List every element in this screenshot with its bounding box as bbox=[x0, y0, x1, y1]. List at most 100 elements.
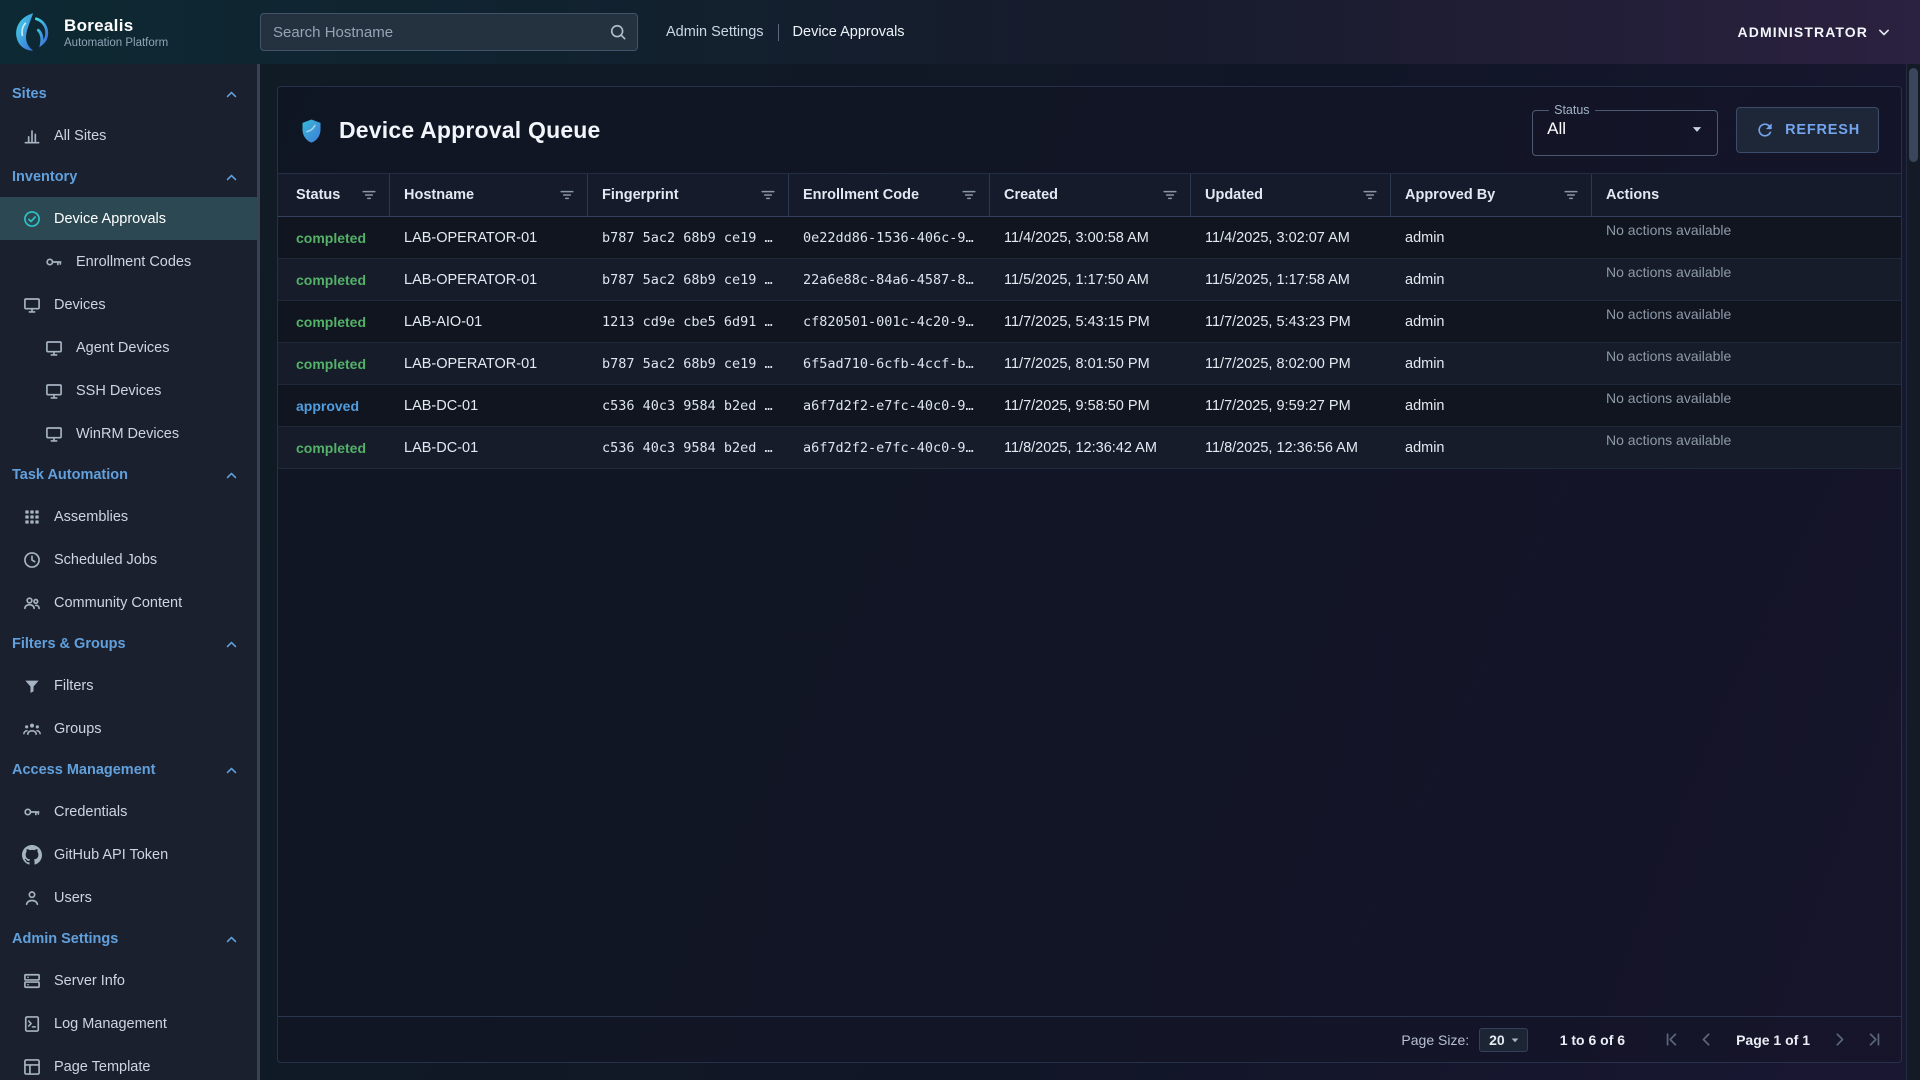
refresh-button[interactable]: REFRESH bbox=[1736, 107, 1879, 153]
check-circle-icon bbox=[22, 209, 42, 229]
search-hostname-box bbox=[260, 13, 638, 51]
brand: Borealis Automation Platform bbox=[0, 10, 260, 54]
sidebar-item-label: Scheduled Jobs bbox=[54, 552, 157, 568]
sidebar-section-sites[interactable]: Sites bbox=[0, 74, 257, 114]
user-menu[interactable]: ADMINISTRATOR bbox=[1738, 22, 1894, 42]
filter-icon[interactable] bbox=[557, 185, 577, 205]
filter-icon[interactable] bbox=[1360, 185, 1380, 205]
sidebar-item-credentials[interactable]: Credentials bbox=[0, 790, 257, 833]
breadcrumb-device-approvals[interactable]: Device Approvals bbox=[793, 24, 905, 40]
sidebar-item-assemblies[interactable]: Assemblies bbox=[0, 495, 257, 538]
sidebar-item-filters[interactable]: Filters bbox=[0, 664, 257, 707]
status-filter-select[interactable]: Status All bbox=[1532, 104, 1718, 156]
filter-icon[interactable] bbox=[959, 185, 979, 205]
page-indicator: Page 1 of 1 bbox=[1736, 1032, 1810, 1048]
table-row[interactable]: approved LAB-DC-01 c536 40c3 9584 b2ed …… bbox=[278, 385, 1901, 427]
breadcrumb-admin-settings[interactable]: Admin Settings bbox=[666, 24, 764, 40]
created-cell: 11/4/2025, 3:00:58 AM bbox=[990, 230, 1191, 246]
chevron-up-icon bbox=[222, 635, 241, 654]
vertical-scrollbar[interactable] bbox=[1906, 64, 1920, 1080]
sidebar-section-filters-groups[interactable]: Filters & Groups bbox=[0, 624, 257, 664]
section-label: Admin Settings bbox=[12, 931, 118, 947]
hostname-cell: LAB-OPERATOR-01 bbox=[390, 356, 588, 372]
last-page-icon[interactable] bbox=[1864, 1029, 1885, 1050]
sidebar-item-device-approvals[interactable]: Device Approvals bbox=[0, 197, 257, 240]
sidebar-item-community-content[interactable]: Community Content bbox=[0, 581, 257, 624]
monitor-icon bbox=[44, 338, 64, 358]
status-cell: completed bbox=[278, 314, 390, 330]
sidebar-section-task-automation[interactable]: Task Automation bbox=[0, 455, 257, 495]
sidebar-section-admin-settings[interactable]: Admin Settings bbox=[0, 919, 257, 959]
sidebar-item-devices[interactable]: Devices bbox=[0, 283, 257, 326]
sidebar-item-label: Devices bbox=[54, 297, 106, 313]
filter-icon[interactable] bbox=[1160, 185, 1180, 205]
sidebar-item-users[interactable]: Users bbox=[0, 876, 257, 919]
page-title: Device Approval Queue bbox=[339, 117, 601, 144]
enrollment-code-cell: 0e22dd86-1536-406c-9… bbox=[789, 230, 990, 246]
next-page-icon[interactable] bbox=[1829, 1029, 1850, 1050]
sidebar-item-log-management[interactable]: Log Management bbox=[0, 1002, 257, 1045]
sidebar-item-label: Filters bbox=[54, 678, 93, 694]
status-cell: approved bbox=[278, 398, 390, 414]
sidebar-item-label: All Sites bbox=[54, 128, 106, 144]
hostname-cell: LAB-OPERATOR-01 bbox=[390, 230, 588, 246]
log-icon bbox=[22, 1014, 42, 1034]
column-header-enrollment-code[interactable]: Enrollment Code bbox=[789, 174, 990, 216]
user-menu-label: ADMINISTRATOR bbox=[1738, 24, 1868, 40]
scrollbar-thumb[interactable] bbox=[1909, 68, 1918, 162]
hostname-cell: LAB-AIO-01 bbox=[390, 314, 588, 330]
app-subtitle: Automation Platform bbox=[64, 37, 168, 49]
hostname-cell: LAB-DC-01 bbox=[390, 440, 588, 456]
column-header-updated[interactable]: Updated bbox=[1191, 174, 1391, 216]
sidebar-section-inventory[interactable]: Inventory bbox=[0, 157, 257, 197]
column-header-created[interactable]: Created bbox=[990, 174, 1191, 216]
grid-icon bbox=[22, 507, 42, 527]
filter-icon[interactable] bbox=[758, 185, 778, 205]
column-header-status[interactable]: Status bbox=[278, 174, 390, 216]
user-icon bbox=[22, 888, 42, 908]
column-header-fingerprint[interactable]: Fingerprint bbox=[588, 174, 789, 216]
caret-down-icon bbox=[1687, 119, 1707, 139]
column-header-approved-by[interactable]: Approved By bbox=[1391, 174, 1592, 216]
clock-icon bbox=[22, 550, 42, 570]
previous-page-icon[interactable] bbox=[1696, 1029, 1717, 1050]
updated-cell: 11/7/2025, 5:43:23 PM bbox=[1191, 314, 1391, 330]
sidebar-item-groups[interactable]: Groups bbox=[0, 707, 257, 750]
sidebar-item-scheduled-jobs[interactable]: Scheduled Jobs bbox=[0, 538, 257, 581]
status-filter-label: Status bbox=[1549, 104, 1594, 117]
page-size-select[interactable]: 20 bbox=[1479, 1028, 1528, 1052]
sidebar-item-github-api-token[interactable]: GitHub API Token bbox=[0, 833, 257, 876]
section-label: Task Automation bbox=[12, 467, 128, 483]
sidebar-item-enrollment-codes[interactable]: Enrollment Codes bbox=[0, 240, 257, 283]
table-row[interactable]: completed LAB-OPERATOR-01 b787 5ac2 68b9… bbox=[278, 259, 1901, 301]
fingerprint-cell: c536 40c3 9584 b2ed … bbox=[588, 398, 789, 414]
sidebar-item-label: Agent Devices bbox=[76, 340, 170, 356]
table-row[interactable]: completed LAB-AIO-01 1213 cd9e cbe5 6d91… bbox=[278, 301, 1901, 343]
first-page-icon[interactable] bbox=[1661, 1029, 1682, 1050]
hostname-cell: LAB-OPERATOR-01 bbox=[390, 272, 588, 288]
updated-cell: 11/7/2025, 8:02:00 PM bbox=[1191, 356, 1391, 372]
updated-cell: 11/8/2025, 12:36:56 AM bbox=[1191, 440, 1391, 456]
sidebar-item-server-info[interactable]: Server Info bbox=[0, 959, 257, 1002]
top-bar: Borealis Automation Platform Admin Setti… bbox=[0, 0, 1920, 64]
search-input[interactable] bbox=[260, 13, 638, 51]
brand-text: Borealis Automation Platform bbox=[64, 16, 168, 49]
approved-by-cell: admin bbox=[1391, 398, 1592, 414]
sidebar-item-all-sites[interactable]: All Sites bbox=[0, 114, 257, 157]
sidebar-item-winrm-devices[interactable]: WinRM Devices bbox=[0, 412, 257, 455]
sidebar-item-page-template[interactable]: Page Template bbox=[0, 1045, 257, 1080]
enrollment-code-cell: 22a6e88c-84a6-4587-8… bbox=[789, 272, 990, 288]
pager: Page 1 of 1 bbox=[1661, 1029, 1885, 1050]
search-icon[interactable] bbox=[608, 22, 628, 42]
table-row[interactable]: completed LAB-OPERATOR-01 b787 5ac2 68b9… bbox=[278, 217, 1901, 259]
sidebar-item-agent-devices[interactable]: Agent Devices bbox=[0, 326, 257, 369]
filter-icon[interactable] bbox=[359, 185, 379, 205]
sidebar-item-ssh-devices[interactable]: SSH Devices bbox=[0, 369, 257, 412]
table-row[interactable]: completed LAB-DC-01 c536 40c3 9584 b2ed … bbox=[278, 427, 1901, 469]
sidebar-section-access-management[interactable]: Access Management bbox=[0, 750, 257, 790]
approved-by-cell: admin bbox=[1391, 356, 1592, 372]
column-header-hostname[interactable]: Hostname bbox=[390, 174, 588, 216]
filter-icon[interactable] bbox=[1561, 185, 1581, 205]
table-row[interactable]: completed LAB-OPERATOR-01 b787 5ac2 68b9… bbox=[278, 343, 1901, 385]
key-icon bbox=[22, 802, 42, 822]
